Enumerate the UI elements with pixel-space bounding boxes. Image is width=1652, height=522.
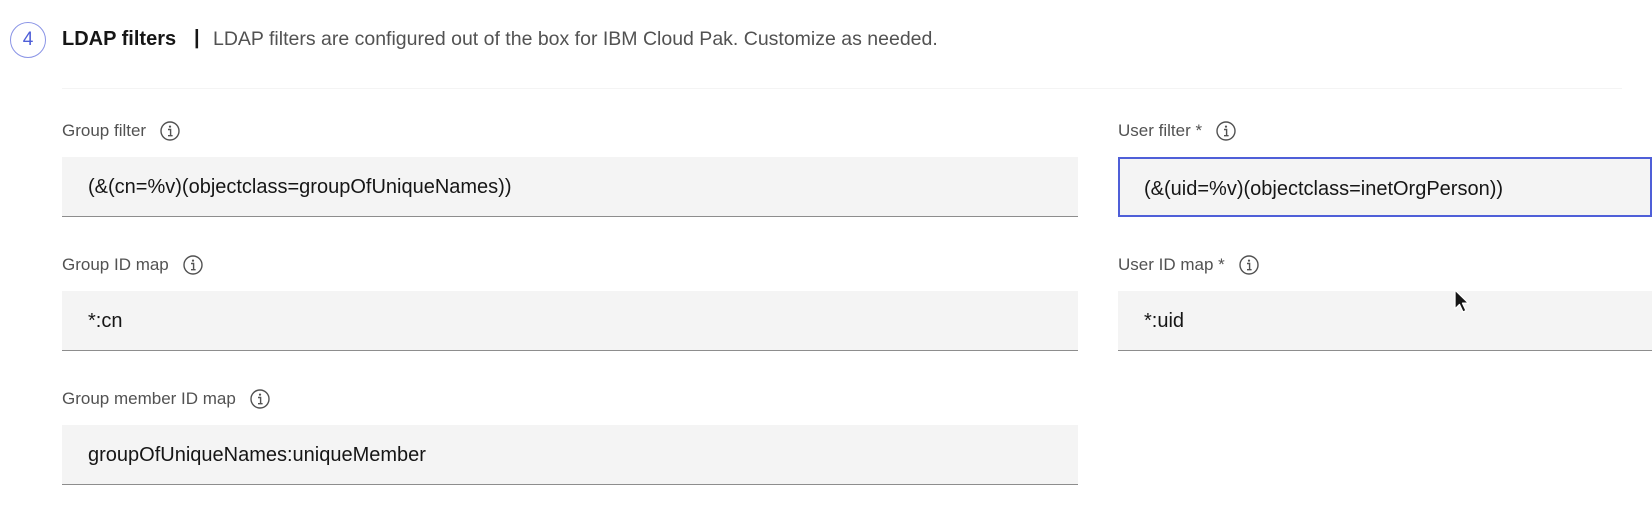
mouse-pointer-icon bbox=[1454, 289, 1470, 313]
group-filter-label: Group filter bbox=[62, 121, 180, 141]
user-id-map-label-text: User ID map * bbox=[1118, 255, 1225, 274]
ldap-filters-page: 4 LDAP filters | LDAP filters are config… bbox=[0, 0, 1652, 522]
step-number-badge: 4 bbox=[10, 22, 46, 58]
user-filter-input[interactable]: (&(uid=%v)(objectclass=inetOrgPerson)) bbox=[1118, 157, 1652, 217]
section-description: LDAP filters are configured out of the b… bbox=[213, 28, 938, 50]
group-id-map-value: *:cn bbox=[88, 310, 123, 332]
user-id-map-label: User ID map * bbox=[1118, 255, 1259, 275]
info-icon[interactable] bbox=[1239, 255, 1259, 275]
user-filter-label-text: User filter * bbox=[1118, 121, 1203, 140]
user-filter-value: (&(uid=%v)(objectclass=inetOrgPerson)) bbox=[1144, 178, 1504, 200]
info-icon[interactable] bbox=[250, 389, 270, 409]
user-id-map-value: *:uid bbox=[1144, 310, 1185, 332]
step-number: 4 bbox=[22, 29, 34, 50]
group-id-map-label-text: Group ID map bbox=[62, 255, 169, 274]
group-member-id-map-label: Group member ID map bbox=[62, 389, 270, 409]
group-member-id-map-value: groupOfUniqueNames:uniqueMember bbox=[88, 444, 426, 466]
group-filter-value: (&(cn=%v)(objectclass=groupOfUniqueNames… bbox=[88, 176, 512, 198]
user-filter-label: User filter * bbox=[1118, 121, 1236, 141]
group-member-id-map-label-text: Group member ID map bbox=[62, 389, 236, 408]
user-id-map-input[interactable]: *:uid bbox=[1118, 291, 1652, 351]
group-id-map-label: Group ID map bbox=[62, 255, 203, 275]
group-filter-label-text: Group filter bbox=[62, 121, 147, 140]
section-title: LDAP filters bbox=[62, 28, 177, 50]
info-icon[interactable] bbox=[160, 121, 180, 141]
title-separator: | bbox=[194, 27, 200, 49]
group-filter-input[interactable]: (&(cn=%v)(objectclass=groupOfUniqueNames… bbox=[62, 157, 1078, 217]
info-icon[interactable] bbox=[183, 255, 203, 275]
group-id-map-input[interactable]: *:cn bbox=[62, 291, 1078, 351]
group-member-id-map-input[interactable]: groupOfUniqueNames:uniqueMember bbox=[62, 425, 1078, 485]
info-icon[interactable] bbox=[1216, 121, 1236, 141]
divider bbox=[62, 88, 1622, 89]
